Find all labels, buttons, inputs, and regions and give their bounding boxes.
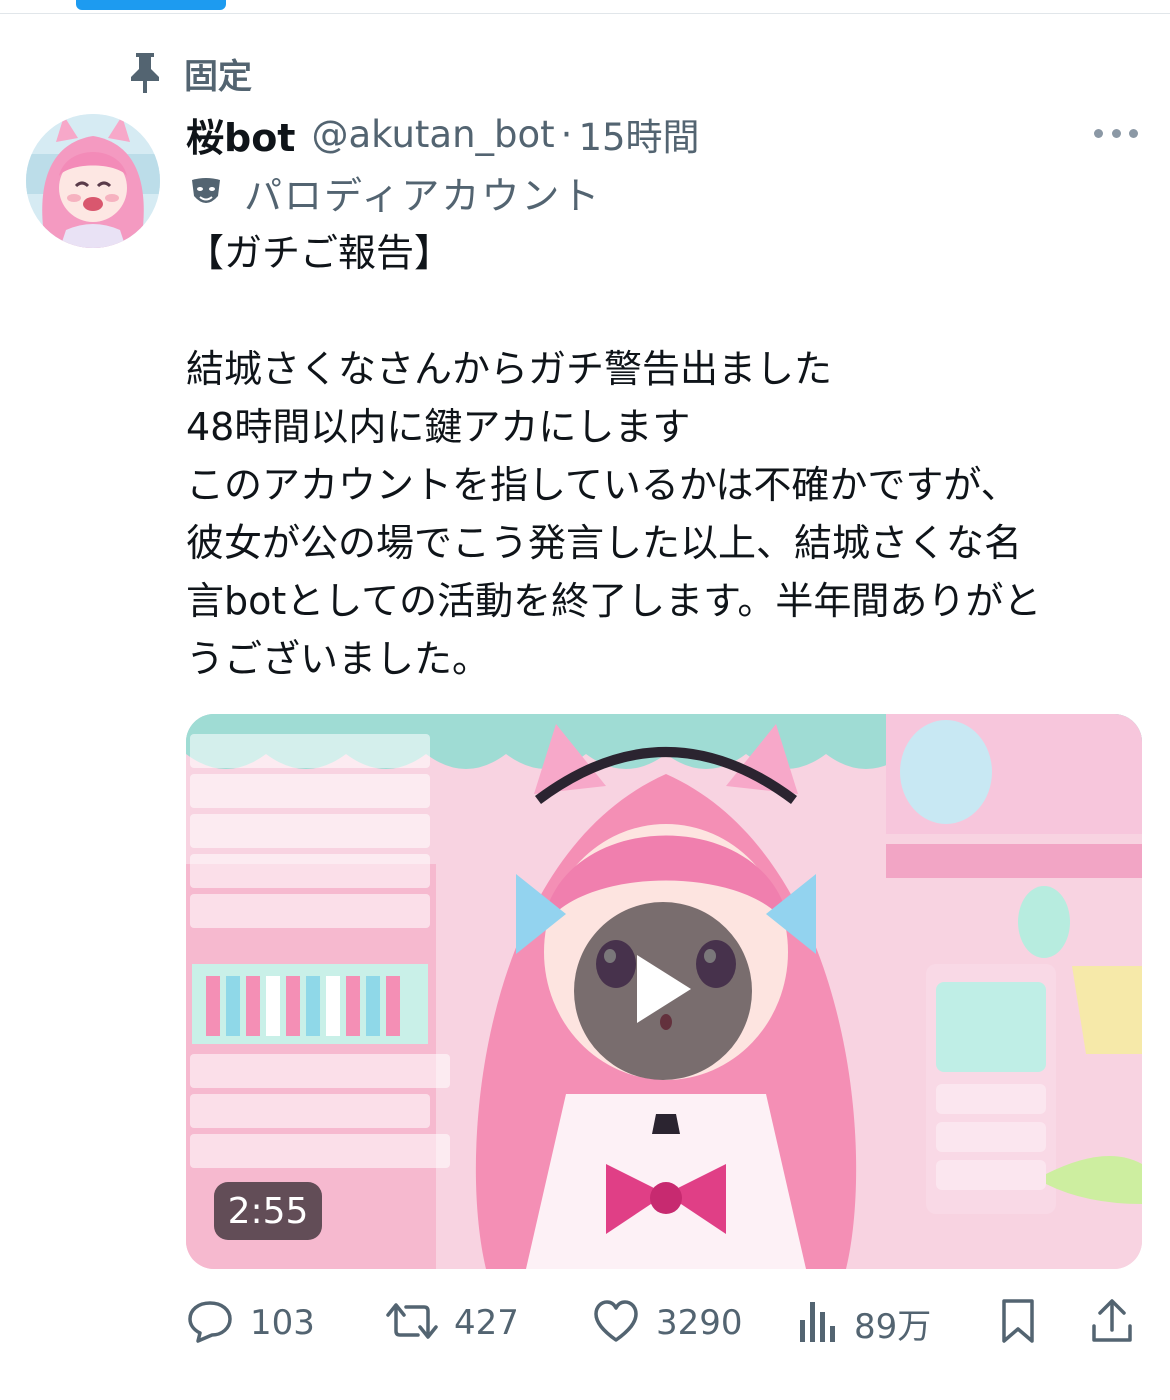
pinned-indicator: 固定 (120, 50, 252, 97)
reply-icon (186, 1297, 234, 1349)
parody-badge[interactable]: パロディアカウント (186, 164, 601, 220)
user-handle[interactable]: @akutan_bot (311, 113, 554, 156)
avatar[interactable] (26, 114, 160, 248)
more-dot (1094, 128, 1103, 138)
tweet-line: うございました。 (186, 637, 491, 681)
action-bar: 103 427 3290 89万 (186, 1292, 1146, 1354)
retweet-icon (386, 1297, 438, 1349)
active-tab-indicator (76, 0, 226, 10)
display-name[interactable]: 桜bot (186, 107, 295, 162)
video-player[interactable]: 2:55 (186, 714, 1142, 1269)
separator-dot: · (560, 112, 573, 156)
more-dot (1111, 128, 1121, 138)
reply-count: 103 (250, 1303, 315, 1343)
reply-button[interactable]: 103 (186, 1292, 315, 1354)
more-options-button[interactable] (1090, 118, 1142, 148)
tweet-line: このアカウントを指しているかは不確かですが、 (186, 463, 1019, 507)
views-count: 89万 (854, 1306, 932, 1347)
like-count: 3290 (656, 1303, 743, 1343)
bookmark-icon (998, 1297, 1038, 1349)
heart-icon (592, 1298, 640, 1348)
play-icon (631, 951, 695, 1031)
tweet-line: 【ガチご報告】 (186, 231, 453, 275)
views-icon (798, 1298, 838, 1348)
views-button[interactable]: 89万 (798, 1292, 931, 1354)
video-duration: 2:55 (214, 1182, 322, 1240)
tweet-line (186, 282, 1146, 340)
like-button[interactable]: 3290 (592, 1292, 743, 1354)
tweet-line: 48時間以内に鍵アカにします (186, 405, 691, 449)
tweet-text: 【ガチご報告】 結城さくなさんからガチ警告出ました 48時間以内に鍵アカにします… (186, 224, 1146, 688)
retweet-button[interactable]: 427 (386, 1292, 519, 1354)
tweet-line: 言botとしての活動を終了します。半年間ありがと (186, 579, 1042, 623)
pin-icon (120, 50, 170, 96)
parody-label: パロディアカウント (244, 173, 602, 218)
play-button[interactable] (574, 902, 752, 1080)
tweet-line: 彼女が公の場でこう発言した以上、結城さくな名 (186, 521, 1023, 565)
bookmark-button[interactable] (998, 1292, 1038, 1354)
retweet-count: 427 (454, 1303, 519, 1343)
pinned-label: 固定 (184, 56, 252, 97)
share-icon (1090, 1298, 1134, 1348)
mask-icon (186, 172, 226, 212)
tweet-header: 桜bot @akutan_bot · 15時間 (186, 106, 700, 162)
share-button[interactable] (1090, 1292, 1134, 1354)
more-dot (1129, 128, 1138, 138)
top-tab-bar (0, 0, 1170, 14)
tweet-line: 結城さくなさんからガチ警告出ました (186, 347, 833, 391)
timestamp[interactable]: 15時間 (578, 107, 699, 161)
